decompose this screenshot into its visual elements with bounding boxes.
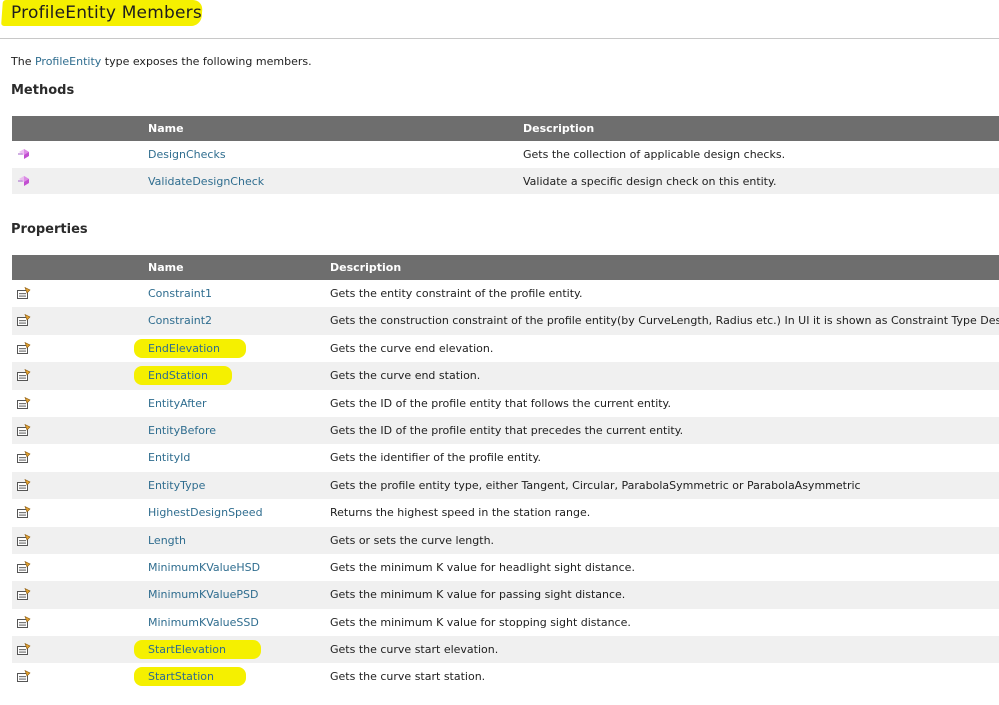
intro-prefix: The: [11, 55, 35, 68]
properties-table: Name Description Constraint1 Gets the ent…: [12, 255, 999, 691]
property-name-link[interactable]: EntityAfter: [148, 397, 207, 410]
methods-table-header: Name Description: [12, 116, 999, 141]
method-row: DesignChecks Gets the collection of appli…: [12, 141, 999, 168]
property-description: Gets the profile entity type, either Tan…: [330, 478, 861, 492]
property-row: StartStation Gets the curve start station…: [12, 663, 999, 690]
intro-suffix: type exposes the following members.: [101, 55, 312, 68]
property-icon: [17, 588, 31, 604]
method-name-link[interactable]: ValidateDesignCheck: [148, 175, 264, 188]
methods-heading: Methods: [11, 83, 75, 98]
property-description: Gets the curve start station.: [330, 670, 486, 684]
property-row: MinimumKValuePSD Gets the minimum K value…: [12, 581, 999, 609]
property-description: Returns the highest speed in the station…: [330, 506, 591, 520]
property-name-link[interactable]: HighestDesignSpeed: [148, 506, 263, 519]
methods-table-body: DesignChecks Gets the collection of appli…: [12, 141, 999, 194]
property-name-link[interactable]: EntityBefore: [148, 424, 216, 437]
property-description: Gets or sets the curve length.: [330, 533, 495, 547]
property-icon: [17, 642, 31, 659]
methods-col-name: Name: [148, 122, 184, 135]
property-row: MinimumKValueSSD Gets the minimum K value…: [12, 609, 999, 636]
property-icon: [17, 506, 31, 522]
property-row: EndStation Gets the curve end station.: [12, 362, 999, 390]
property-row: EntityType Gets the profile entity type, …: [12, 471, 999, 500]
property-icon: [17, 615, 31, 632]
property-description: Gets the curve end elevation.: [330, 341, 494, 355]
property-name-link[interactable]: EntityType: [148, 479, 205, 492]
property-description: Gets the ID of the profile entity that p…: [330, 423, 684, 437]
method-icon: [17, 175, 31, 190]
property-icon: [17, 423, 31, 440]
properties-heading: Properties: [11, 222, 88, 237]
page-title: ProfileEntity Members: [11, 3, 202, 23]
property-row: EndElevation Gets the curve end elevation…: [12, 335, 999, 362]
property-name-link[interactable]: Constraint2: [148, 314, 212, 327]
properties-col-name: Name: [148, 261, 184, 274]
property-description: Gets the construction constraint of the …: [330, 314, 999, 328]
property-row: Length Gets or sets the curve length.: [12, 526, 999, 554]
property-name-link[interactable]: StartElevation: [148, 643, 226, 656]
property-name-link[interactable]: EntityId: [148, 451, 190, 464]
property-description: Gets the entity constraint of the profil…: [330, 287, 583, 300]
method-icon: [17, 148, 31, 163]
property-icon: [17, 478, 31, 495]
method-row: ValidateDesignCheck Validate a specific d…: [12, 167, 999, 194]
property-icon: [17, 314, 31, 330]
property-name-link[interactable]: Constraint1: [148, 287, 212, 300]
method-name-link[interactable]: DesignChecks: [148, 148, 226, 161]
property-row: Constraint2 Gets the construction constra…: [12, 307, 999, 335]
property-icon: [17, 369, 31, 385]
property-row: EntityBefore Gets the ID of the profile e…: [12, 416, 999, 445]
property-name-link[interactable]: MinimumKValueSSD: [148, 616, 259, 629]
property-icon: [17, 341, 31, 358]
method-description: Validate a specific design check on this…: [523, 174, 777, 188]
property-icon: [17, 560, 31, 577]
properties-col-description: Description: [330, 261, 402, 274]
methods-col-description: Description: [523, 122, 595, 135]
property-description: Gets the minimum K value for passing sig…: [330, 588, 626, 602]
property-name-link[interactable]: StartStation: [148, 670, 214, 683]
method-description: Gets the collection of applicable design…: [523, 148, 786, 161]
property-description: Gets the curve end station.: [330, 369, 481, 383]
property-row: Constraint1 Gets the entity constraint of…: [12, 280, 999, 307]
property-icon: [17, 533, 31, 550]
property-description: Gets the minimum K value for stopping si…: [330, 615, 631, 629]
property-icon: [17, 670, 31, 686]
property-name-link[interactable]: MinimumKValuePSD: [148, 588, 258, 601]
property-icon: [17, 286, 31, 303]
intro-text: The ProfileEntity type exposes the follo…: [11, 55, 312, 68]
methods-table: Name Description DesignChecks Gets the co…: [12, 116, 999, 194]
property-name-link[interactable]: EndElevation: [148, 342, 220, 355]
property-description: Gets the identifier of the profile entit…: [330, 451, 541, 465]
property-name-link[interactable]: Length: [148, 534, 186, 547]
property-icon: [17, 451, 31, 467]
property-description: Gets the curve start elevation.: [330, 643, 499, 657]
property-row: MinimumKValueHSD Gets the minimum K value…: [12, 554, 999, 581]
property-description: Gets the minimum K value for headlight s…: [330, 560, 635, 574]
property-row: StartElevation Gets the curve start eleva…: [12, 636, 999, 664]
property-description: Gets the ID of the profile entity that f…: [330, 396, 671, 410]
property-row: HighestDesignSpeed Returns the highest sp…: [12, 499, 999, 526]
profileentity-link[interactable]: ProfileEntity: [35, 55, 101, 68]
property-name-link[interactable]: MinimumKValueHSD: [148, 561, 260, 574]
properties-table-header: Name Description: [12, 255, 999, 280]
property-row: EntityId Gets the identifier of the profi…: [12, 444, 999, 471]
property-icon: [17, 396, 31, 413]
property-name-link[interactable]: EndStation: [148, 369, 208, 382]
property-row: EntityAfter Gets the ID of the profile en…: [12, 390, 999, 417]
page-header: ProfileEntity Members: [0, 0, 999, 39]
properties-table-body: Constraint1 Gets the entity constraint of…: [12, 280, 999, 691]
